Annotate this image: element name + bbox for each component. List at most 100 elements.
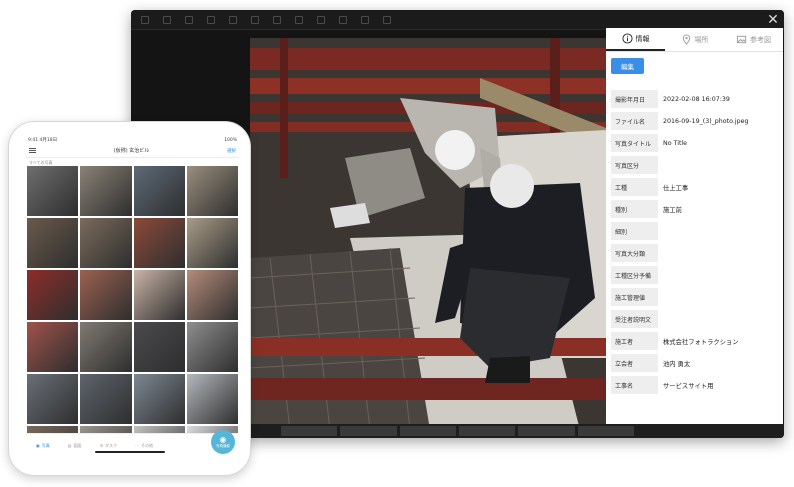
toolbar-icon[interactable] (361, 15, 369, 24)
photo-thumbnail[interactable] (80, 270, 132, 320)
photo-thumbnail[interactable] (80, 322, 132, 372)
info-panel-tabs: 情報 場所 参考図 (606, 28, 783, 52)
strip-thumb[interactable] (340, 426, 397, 436)
photo-thumbnail[interactable] (133, 374, 185, 424)
info-key: 工種 (611, 178, 658, 196)
toolbar-icon[interactable] (207, 15, 215, 24)
info-value: 株式会社フォトラクション (663, 338, 739, 346)
toolbar-icon[interactable] (273, 15, 281, 24)
list-icon: ☰ (99, 443, 104, 448)
more-icon: ⋯ (135, 443, 140, 448)
info-row: 立会者 池内 勇太 (611, 354, 779, 372)
toolbar-icon[interactable] (229, 15, 237, 24)
info-value: 2022-02-08 16:07:39 (663, 95, 730, 103)
phone-screen: 9:41 4月18日 100% (仮称) 玄治ビル 選択 すべての写真 ▣ 写真 … (26, 136, 239, 457)
home-indicator (95, 451, 165, 453)
info-key: 写真大分類 (611, 244, 658, 262)
info-key: 種別 (611, 200, 658, 218)
info-value: サービスサイト用 (663, 382, 714, 390)
tab-location-label: 場所 (694, 35, 709, 44)
info-value: No Title (663, 139, 688, 147)
toolbar-icon[interactable] (185, 15, 193, 24)
camera-button[interactable]: ◉ 写真撮影 (211, 430, 235, 454)
photo-thumbnail[interactable] (27, 270, 79, 320)
info-row: 写真タイトル No Title (611, 134, 779, 152)
photo-thumbnail[interactable] (80, 218, 132, 268)
info-table: 撮影年月日 2022-02-08 16:07:39 ファイル名 2016-09-19… (611, 90, 779, 398)
construction-photo-art (250, 38, 606, 430)
photo-icon: ▣ (36, 443, 40, 448)
stage: ✕ 情報 場所 参考図 編集 撮影年月日 2022-02-08 16:07:39… (0, 0, 794, 487)
toolbar-icon[interactable] (383, 15, 391, 24)
photo-thumbnail[interactable] (186, 270, 238, 320)
photo-thumbnail[interactable] (133, 270, 185, 320)
info-key: 撮影年月日 (611, 90, 658, 108)
info-row: 写真大分類 (611, 244, 779, 262)
info-row: 写真区分 (611, 156, 779, 174)
menu-icon[interactable] (29, 148, 36, 153)
info-row: 工事名 サービスサイト用 (611, 376, 779, 394)
photo-thumbnail[interactable] (186, 218, 238, 268)
tab-tasks[interactable]: ☰ タスク (100, 443, 118, 449)
info-key: 写真区分 (611, 156, 658, 174)
photo-thumbnail[interactable] (186, 166, 238, 216)
photo-thumbnail[interactable] (27, 374, 79, 424)
info-value: 施工前 (663, 206, 682, 214)
document-icon: ▤ (67, 443, 72, 448)
tab-photos[interactable]: ▣ 写真 (36, 443, 50, 449)
album-label: すべての写真 (29, 160, 53, 165)
tab-reference[interactable]: 参考図 (724, 28, 783, 51)
strip-thumb[interactable] (577, 426, 634, 436)
info-key: 工事名 (611, 376, 658, 394)
toolbar-icon[interactable] (141, 15, 149, 24)
photo-thumbnail[interactable] (133, 166, 185, 216)
info-row: 施工者 株式会社フォトラクション (611, 332, 779, 350)
toolbar-icon[interactable] (317, 15, 325, 24)
tab-more[interactable]: ⋯ その他 (135, 443, 153, 449)
strip-thumb[interactable] (458, 426, 516, 436)
info-row: 撮影年月日 2022-02-08 16:07:39 (611, 90, 779, 108)
close-icon: ✕ (767, 12, 779, 28)
info-row: 施工管理値 (611, 288, 779, 306)
photo-thumbnail[interactable] (133, 322, 185, 372)
project-title: (仮称) 玄治ビル (113, 148, 150, 154)
toolbar-icon[interactable] (295, 15, 303, 24)
tab-info[interactable]: 情報 (606, 28, 665, 51)
photo-thumbnail[interactable] (27, 218, 79, 268)
tab-drawings[interactable]: ▤ 図面 (68, 443, 82, 449)
photo-thumbnail[interactable] (27, 166, 79, 216)
photo-grid (26, 166, 239, 457)
info-row: 細別 (611, 222, 779, 240)
toolbar-icon[interactable] (339, 15, 347, 24)
map-pin-icon (682, 34, 690, 45)
photo-thumbnail[interactable] (186, 374, 238, 424)
toolbar-icon[interactable] (251, 15, 259, 24)
info-key: ファイル名 (611, 112, 658, 130)
edit-button[interactable]: 編集 (611, 58, 644, 74)
photo-thumbnail[interactable] (80, 374, 132, 424)
close-button[interactable]: ✕ (765, 12, 781, 28)
info-key: 細別 (611, 222, 658, 240)
info-key: 受注者説明文 (611, 310, 658, 328)
photo-thumbnail[interactable] (186, 322, 238, 372)
photo-thumbnail[interactable] (80, 166, 132, 216)
phone-device: 9:41 4月18日 100% (仮称) 玄治ビル 選択 すべての写真 ▣ 写真 … (8, 121, 251, 476)
viewer-toolbar (131, 10, 784, 30)
toolbar-icon[interactable] (163, 15, 171, 24)
tab-location[interactable]: 場所 (665, 28, 724, 51)
tab-reference-label: 参考図 (750, 35, 771, 44)
photo-thumbnail[interactable] (133, 218, 185, 268)
photo-thumbnail[interactable] (27, 322, 79, 372)
info-key: 施工管理値 (611, 288, 658, 306)
tab-drawings-label: 図面 (73, 442, 82, 448)
info-key: 立会者 (611, 354, 658, 372)
app-header: (仮称) 玄治ビル 選択 (26, 144, 239, 158)
select-button[interactable]: 選択 (227, 148, 236, 154)
tab-info-label: 情報 (635, 34, 650, 43)
strip-thumb[interactable] (518, 426, 575, 436)
strip-thumb[interactable] (399, 426, 456, 436)
status-time: 9:41 4月18日 (28, 138, 58, 143)
strip-thumb[interactable] (281, 426, 338, 436)
camera-icon: ◉ (219, 434, 227, 444)
info-row: 工種区分予備 (611, 266, 779, 284)
